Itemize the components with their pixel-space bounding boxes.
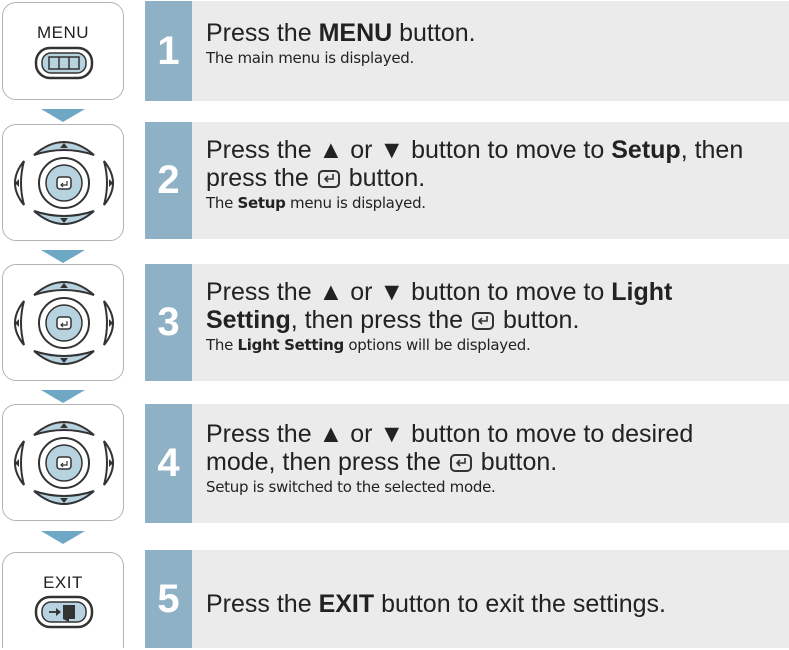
step-panel-2: Press the ▲ or ▼ button to move to Setup… [192, 122, 789, 239]
step-number-2: 2 [145, 122, 192, 239]
directional-pad-icon [14, 141, 114, 225]
text-segment: mode, then press the [206, 448, 448, 476]
step-1-main-text: Press the MENU button. [206, 19, 789, 47]
step-2-icon-box [2, 124, 124, 241]
text-segment: button. [473, 448, 558, 476]
text-segment: button to exit the settings. [374, 590, 666, 618]
step-number-5: 5 [145, 550, 192, 648]
step-2-main-text: Press the ▲ or ▼ button to move to Setup… [206, 136, 789, 192]
step-3-main-text: Press the ▲ or ▼ button to move to Light… [206, 278, 789, 334]
step-number-1: 1 [145, 1, 192, 101]
text-segment: Press the ▲ or ▼ button to move to [206, 278, 612, 306]
directional-pad-icon [14, 281, 114, 365]
exit-button-icon [34, 595, 94, 629]
step-5-icon-box: EXIT [2, 552, 124, 648]
text-segment: press the [206, 164, 316, 192]
step-4-icon-box [2, 404, 124, 521]
step-panel-5: Press the EXIT button to exit the settin… [192, 550, 789, 648]
text-segment: Light Setting [237, 336, 344, 354]
text-segment: button. [341, 164, 426, 192]
text-segment: The [206, 194, 238, 212]
text-segment: Setup [237, 194, 286, 212]
text-segment: EXIT [318, 590, 375, 618]
text-segment: , then [680, 136, 744, 164]
step-panel-1: Press the MENU button. The main menu is … [192, 1, 789, 101]
directional-pad-icon [14, 421, 114, 505]
text-segment: Press the [206, 19, 319, 47]
text-segment: options will be displayed. [343, 336, 531, 354]
enter-key-icon [472, 312, 494, 330]
enter-key-icon [317, 170, 340, 188]
text-segment: Light [611, 278, 673, 306]
step-number-3: 3 [145, 264, 192, 381]
step-3-sub-text: The Light Setting options will be displa… [206, 334, 789, 356]
step-4-main-text: Press the ▲ or ▼ button to move to desir… [206, 420, 789, 476]
text-segment: menu is displayed. [285, 194, 426, 212]
step-panel-3: Press the ▲ or ▼ button to move to Light… [192, 264, 789, 381]
step-arrow-2 [41, 250, 85, 263]
step-panel-4: Press the ▲ or ▼ button to move to desir… [192, 404, 789, 523]
menu-button-icon [34, 46, 94, 80]
text-segment: MENU [318, 19, 393, 47]
step-3-icon-box [2, 264, 124, 381]
step-1-icon-box: MENU [2, 2, 124, 100]
step-2-sub-text: The Setup menu is displayed. [206, 192, 789, 214]
step-arrow-1 [41, 109, 85, 122]
step-1-sub-text: The main menu is displayed. [206, 47, 789, 69]
text-segment: , then press the [290, 306, 470, 334]
text-segment: button. [496, 306, 580, 334]
step-number-4: 4 [145, 404, 192, 523]
text-segment: Setup [611, 136, 681, 164]
text-segment: The [206, 336, 238, 354]
text-segment: The main menu is displayed. [206, 49, 414, 67]
step-5-main-text: Press the EXIT button to exit the settin… [206, 590, 666, 618]
text-segment: Setting [206, 306, 291, 334]
step-arrow-4 [41, 531, 85, 544]
text-segment: Press the ▲ or ▼ button to move to desir… [206, 420, 694, 448]
text-segment: Press the ▲ or ▼ button to move to [206, 136, 612, 164]
text-segment: button. [392, 19, 476, 47]
enter-key-icon [449, 454, 472, 472]
step-arrow-3 [41, 390, 85, 403]
text-segment: Press the [206, 590, 319, 618]
text-segment: Setup is switched to the selected mode. [206, 478, 496, 496]
step-4-sub-text: Setup is switched to the selected mode. [206, 476, 789, 498]
